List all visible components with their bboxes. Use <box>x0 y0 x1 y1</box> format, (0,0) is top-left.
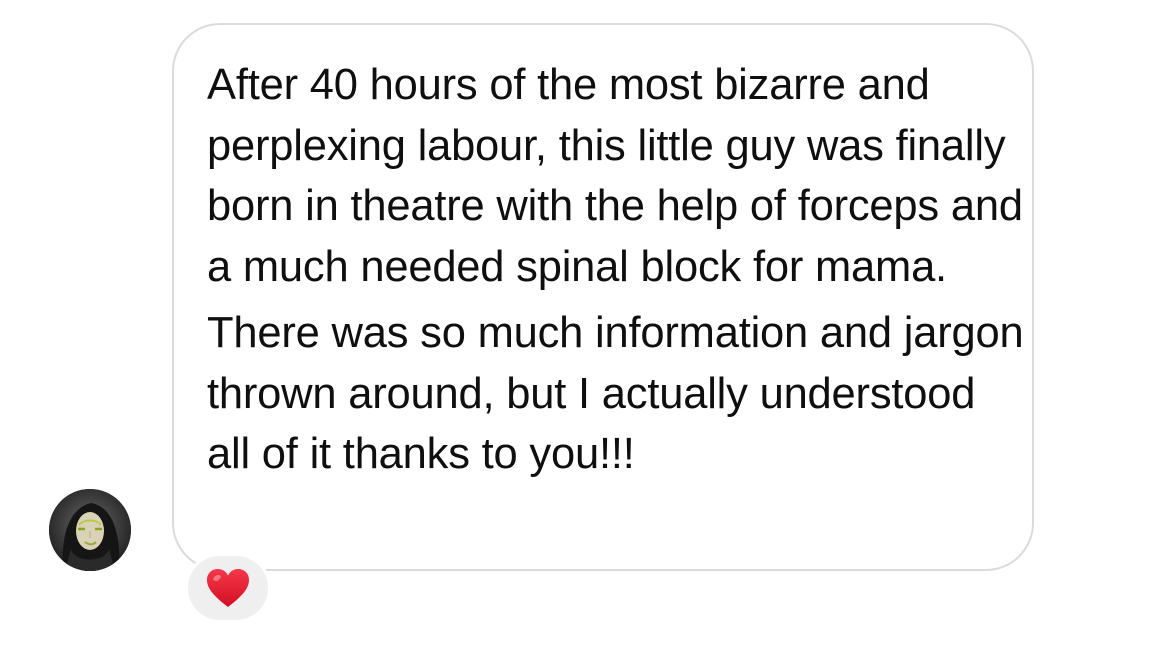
reaction-badge[interactable] <box>185 553 271 623</box>
red-heart-icon <box>207 569 249 607</box>
avatar-photo-icon <box>49 489 131 571</box>
sender-avatar[interactable] <box>49 489 131 571</box>
message-paragraph-1: After 40 hours of the most bizarre and p… <box>207 61 1023 291</box>
dm-thread: After 40 hours of the most bizarre and p… <box>0 0 1161 649</box>
message-paragraph-2: There was so much information and jargon… <box>207 309 1024 478</box>
message-text: After 40 hours of the most bizarre and p… <box>207 55 1027 485</box>
